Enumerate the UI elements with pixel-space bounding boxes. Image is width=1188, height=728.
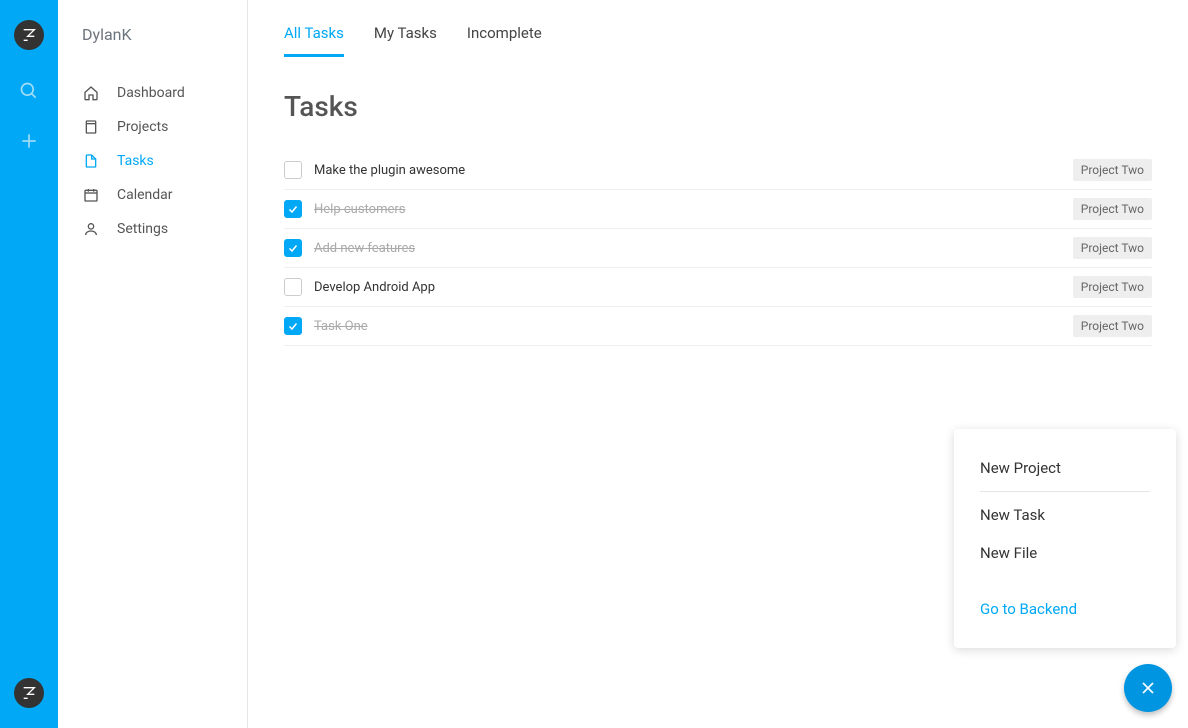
sidebar-item-tasks[interactable]: Tasks (58, 144, 247, 178)
popover-item-new-file[interactable]: New File (954, 534, 1176, 572)
task-checkbox[interactable] (284, 278, 302, 296)
popover-backend-link[interactable]: Go to Backend (954, 590, 1176, 628)
task-row[interactable]: Develop Android AppProject Two (284, 268, 1152, 307)
tab-incomplete[interactable]: Incomplete (467, 24, 542, 57)
task-checkbox[interactable] (284, 200, 302, 218)
task-checkbox[interactable] (284, 317, 302, 335)
sidebar-item-calendar[interactable]: Calendar (58, 178, 247, 212)
add-icon[interactable] (18, 130, 40, 152)
task-row[interactable]: Help customersProject Two (284, 190, 1152, 229)
file-icon (82, 152, 100, 170)
popover-divider (980, 491, 1150, 492)
sidebar-item-label: Settings (117, 221, 168, 237)
create-popover: New Project New Task New File Go to Back… (954, 429, 1176, 648)
task-row[interactable]: Make the plugin awesomeProject Two (284, 151, 1152, 190)
sidebar-item-projects[interactable]: Projects (58, 110, 247, 144)
task-checkbox[interactable] (284, 239, 302, 257)
task-checkbox[interactable] (284, 161, 302, 179)
user-name: DylanK (58, 25, 247, 76)
task-name: Develop Android App (314, 280, 1073, 295)
task-project-badge[interactable]: Project Two (1073, 198, 1152, 220)
book-icon (82, 118, 100, 136)
page-title: Tasks (284, 90, 1152, 123)
fab-close-button[interactable] (1124, 664, 1172, 712)
app-logo-bottom[interactable] (14, 678, 44, 708)
task-project-badge[interactable]: Project Two (1073, 276, 1152, 298)
task-project-badge[interactable]: Project Two (1073, 237, 1152, 259)
popover-item-new-task[interactable]: New Task (954, 496, 1176, 534)
sidebar-item-label: Calendar (117, 187, 173, 203)
search-icon[interactable] (18, 80, 40, 102)
person-icon (82, 220, 100, 238)
task-project-badge[interactable]: Project Two (1073, 159, 1152, 181)
sidebar-item-dashboard[interactable]: Dashboard (58, 76, 247, 110)
app-logo[interactable] (14, 20, 44, 50)
task-row[interactable]: Add new featuresProject Two (284, 229, 1152, 268)
task-name: Task One (314, 319, 1073, 334)
tabs: All Tasks My Tasks Incomplete (284, 24, 1152, 58)
tab-my-tasks[interactable]: My Tasks (374, 24, 437, 57)
sidebar-item-label: Projects (117, 119, 168, 135)
task-row[interactable]: Task OneProject Two (284, 307, 1152, 346)
main-content: All Tasks My Tasks Incomplete Tasks Make t… (248, 0, 1188, 728)
sidebar-item-label: Dashboard (117, 85, 185, 101)
home-icon (82, 84, 100, 102)
task-list: Make the plugin awesomeProject TwoHelp c… (284, 151, 1152, 346)
task-name: Add new features (314, 241, 1073, 256)
rail (0, 0, 58, 728)
task-project-badge[interactable]: Project Two (1073, 315, 1152, 337)
popover-item-new-project[interactable]: New Project (954, 449, 1176, 487)
task-name: Help customers (314, 202, 1073, 217)
sidebar: DylanK Dashboard Projects Tasks Calendar Set… (58, 0, 248, 728)
sidebar-item-label: Tasks (117, 153, 154, 169)
sidebar-item-settings[interactable]: Settings (58, 212, 247, 246)
tab-all-tasks[interactable]: All Tasks (284, 24, 344, 57)
calendar-icon (82, 186, 100, 204)
task-name: Make the plugin awesome (314, 163, 1073, 178)
